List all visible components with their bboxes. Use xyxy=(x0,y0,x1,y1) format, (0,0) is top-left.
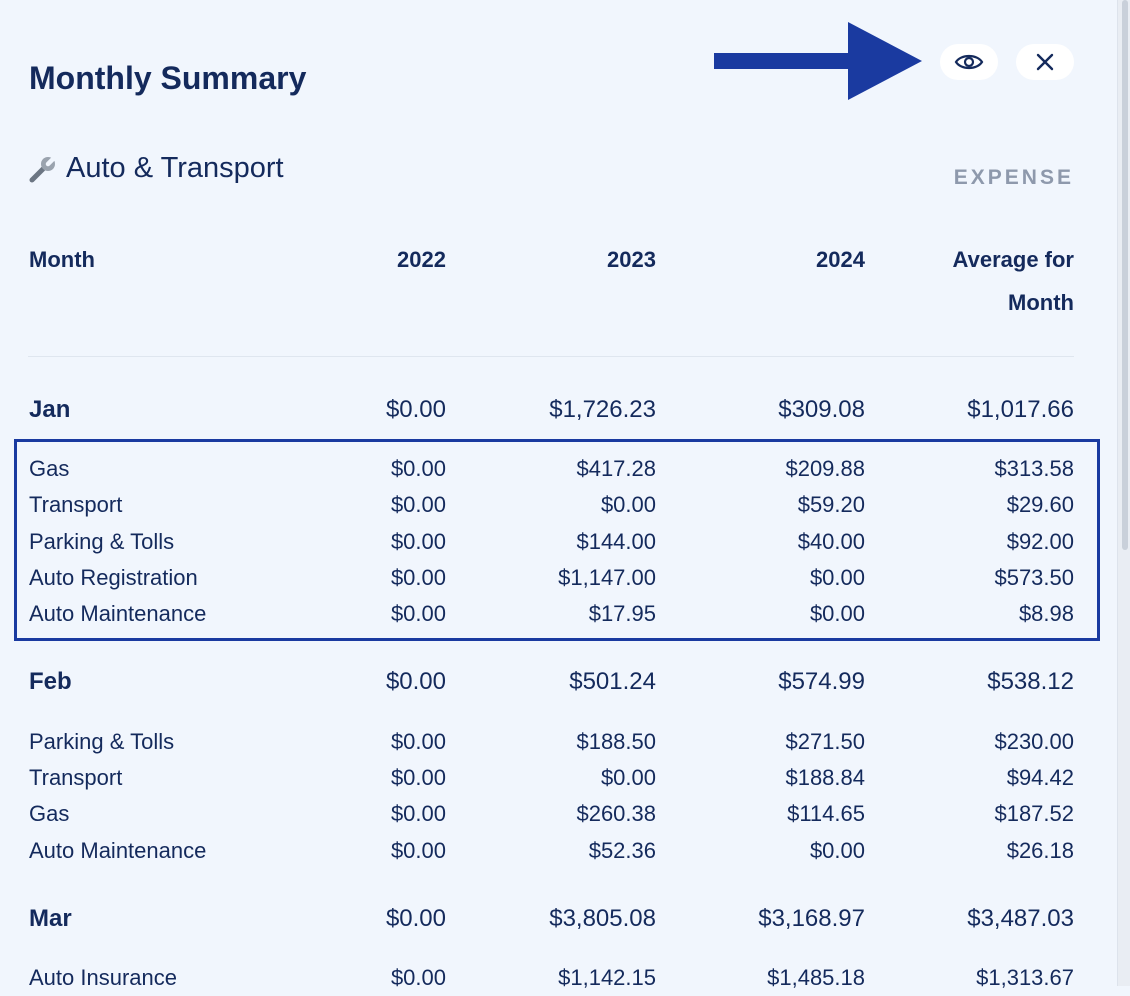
subcategory-row[interactable]: Auto Insurance $0.00 $1,142.15 $1,485.18… xyxy=(0,960,1130,996)
value-2023: $188.50 xyxy=(576,729,656,754)
value-2024: $574.99 xyxy=(778,668,865,695)
value-2022: $0.00 xyxy=(390,838,446,863)
month-label: Mar xyxy=(29,905,72,932)
subcategory-label: Gas xyxy=(29,801,70,826)
subcategory-label: Parking & Tolls xyxy=(29,729,175,754)
value-2023: $260.38 xyxy=(576,801,656,826)
category-heading: Auto & Transport xyxy=(28,152,284,185)
month-row[interactable]: Mar $0.00 $3,805.08 $3,168.97 $3,487.03 xyxy=(0,901,1130,937)
value-2022: $0.00 xyxy=(390,965,446,990)
value-average: $538.12 xyxy=(987,668,1074,695)
highlight-box xyxy=(14,439,1100,641)
value-2023: $0.00 xyxy=(600,765,656,790)
value-2022: $0.00 xyxy=(390,801,446,826)
value-average: $3,487.03 xyxy=(967,905,1074,932)
value-2023: $3,805.08 xyxy=(549,905,656,932)
close-button[interactable] xyxy=(1016,44,1074,80)
value-2023: $1,142.15 xyxy=(558,965,656,990)
column-header-2023: 2023 xyxy=(607,247,656,272)
subcategory-row[interactable]: Auto Maintenance $0.00 $52.36 $0.00 $26.… xyxy=(0,833,1130,869)
value-average: $187.52 xyxy=(994,801,1074,826)
header-divider xyxy=(28,356,1074,357)
value-2024: $309.08 xyxy=(778,396,865,423)
month-label: Feb xyxy=(29,668,72,695)
subcategory-row[interactable]: Gas $0.00 $260.38 $114.65 $187.52 xyxy=(0,796,1130,832)
month-row[interactable]: Jan $0.00 $1,726.23 $309.08 $1,017.66 xyxy=(0,392,1130,428)
column-header-2022: 2022 xyxy=(397,247,446,272)
subcategory-label: Auto Maintenance xyxy=(29,838,207,863)
value-average: $1,313.67 xyxy=(976,965,1074,990)
subcategory-label: Auto Insurance xyxy=(29,965,177,990)
value-2023: $1,726.23 xyxy=(549,396,656,423)
value-2022: $0.00 xyxy=(385,668,446,695)
subcategory-row[interactable]: Transport $0.00 $0.00 $188.84 $94.42 xyxy=(0,760,1130,796)
value-average: $26.18 xyxy=(1006,838,1074,863)
value-average: $94.42 xyxy=(1006,765,1074,790)
value-2022: $0.00 xyxy=(390,765,446,790)
column-header-average: Average for Month xyxy=(952,247,1074,315)
value-2024: $0.00 xyxy=(809,838,865,863)
value-2024: $1,485.18 xyxy=(767,965,865,990)
value-2022: $0.00 xyxy=(385,905,446,932)
month-label: Jan xyxy=(29,396,71,423)
panel-title: Monthly Summary xyxy=(29,60,307,96)
view-button[interactable] xyxy=(940,44,998,80)
value-2022: $0.00 xyxy=(385,396,446,423)
value-2023: $52.36 xyxy=(588,838,656,863)
subcategory-label: Transport xyxy=(29,765,123,790)
arrow-right-icon xyxy=(714,22,922,100)
value-2024: $114.65 xyxy=(787,801,865,826)
eye-icon xyxy=(954,54,984,70)
value-average: $230.00 xyxy=(994,729,1074,754)
value-2024: $3,168.97 xyxy=(758,905,865,932)
wrench-icon xyxy=(28,154,58,184)
column-header-month: Month xyxy=(29,247,95,272)
month-row[interactable]: Feb $0.00 $501.24 $574.99 $538.12 xyxy=(0,664,1130,700)
value-2022: $0.00 xyxy=(390,729,446,754)
value-2023: $501.24 xyxy=(569,668,656,695)
subcategory-row[interactable]: Parking & Tolls $0.00 $188.50 $271.50 $2… xyxy=(0,724,1130,760)
column-header-2024: 2024 xyxy=(816,247,865,272)
category-type-label: EXPENSE xyxy=(953,166,1074,189)
value-average: $1,017.66 xyxy=(967,396,1074,423)
value-2024: $188.84 xyxy=(785,765,865,790)
value-2024: $271.50 xyxy=(785,729,865,754)
category-name: Auto & Transport xyxy=(66,152,284,184)
close-icon xyxy=(1036,53,1054,71)
